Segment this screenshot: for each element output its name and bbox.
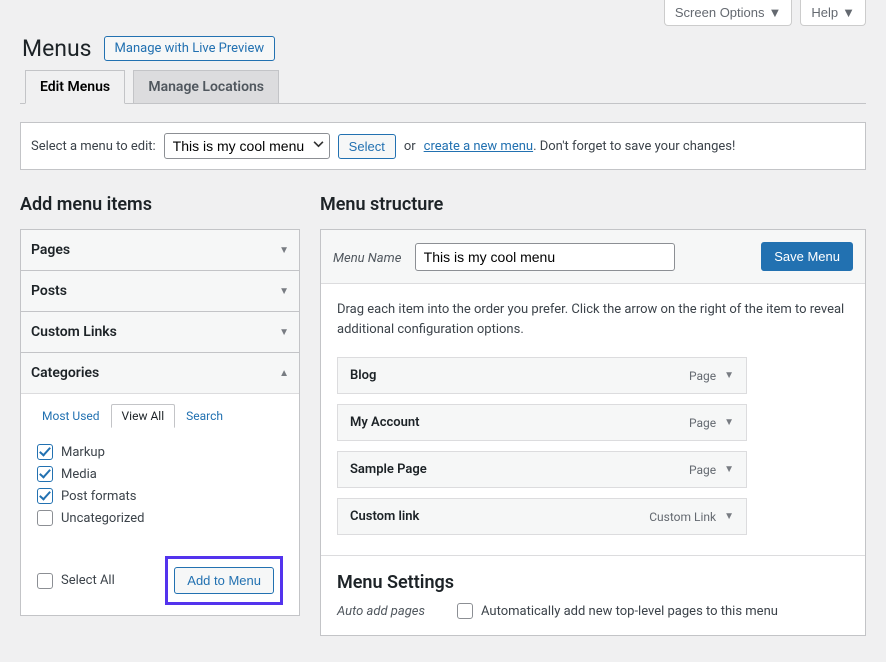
highlight-add-to-menu: Add to Menu: [165, 556, 283, 605]
add-to-menu-button[interactable]: Add to Menu: [174, 567, 274, 594]
menu-settings-heading: Menu Settings: [337, 572, 849, 593]
caret-down-icon: ▼: [842, 5, 855, 20]
tab-manage-locations[interactable]: Manage Locations: [133, 70, 279, 103]
nav-tabs: Edit Menus Manage Locations: [20, 70, 866, 104]
caret-down-icon: ▼: [279, 327, 289, 338]
help-button[interactable]: Help ▼: [800, 0, 866, 26]
tab-view-all[interactable]: View All: [111, 404, 176, 428]
category-checkbox[interactable]: [37, 466, 53, 482]
panel-categories: Categories ▲ Most Used View All Search M…: [20, 352, 300, 616]
menu-item[interactable]: Blog Page ▼: [337, 357, 747, 394]
menu-name-input[interactable]: [415, 243, 675, 271]
caret-down-icon: ▼: [279, 286, 289, 297]
panel-categories-header[interactable]: Categories ▲: [21, 353, 299, 393]
category-label: Markup: [61, 445, 105, 460]
menu-item-title: My Account: [350, 415, 420, 430]
menu-item[interactable]: Custom link Custom Link ▼: [337, 498, 747, 535]
category-label: Post formats: [61, 489, 137, 504]
create-new-menu-link[interactable]: create a new menu: [424, 139, 533, 154]
panel-categories-label: Categories: [31, 365, 99, 381]
tab-most-used[interactable]: Most Used: [31, 404, 111, 428]
screen-options-button[interactable]: Screen Options ▼: [664, 0, 792, 26]
or-text: or: [404, 139, 416, 154]
menu-structure-heading: Menu structure: [320, 194, 866, 215]
category-label: Media: [61, 467, 97, 482]
panel-pages[interactable]: Pages ▼: [20, 229, 300, 271]
category-item[interactable]: Post formats: [37, 488, 283, 504]
live-preview-button[interactable]: Manage with Live Preview: [104, 36, 276, 61]
drag-instructions: Drag each item into the order you prefer…: [337, 300, 849, 339]
caret-down-icon: ▼: [279, 245, 289, 256]
category-item[interactable]: Uncategorized: [37, 510, 283, 526]
auto-add-pages-option[interactable]: Automatically add new top-level pages to…: [457, 603, 778, 619]
category-item[interactable]: Markup: [37, 444, 283, 460]
menu-item[interactable]: My Account Page ▼: [337, 404, 747, 441]
save-menu-button[interactable]: Save Menu: [761, 242, 853, 271]
menu-item-title: Sample Page: [350, 462, 427, 477]
menu-items-list: Blog Page ▼ My Account Page ▼ Sample Page Page ▼…: [337, 357, 849, 535]
add-menu-items-heading: Add menu items: [20, 194, 300, 215]
caret-down-icon[interactable]: ▼: [724, 464, 734, 475]
panel-custom-links[interactable]: Custom Links ▼: [20, 311, 300, 353]
page-title: Menus: [22, 35, 92, 62]
select-button[interactable]: Select: [338, 134, 396, 159]
menu-item-type: Page: [689, 463, 716, 477]
menu-name-label: Menu Name: [333, 251, 401, 266]
category-checkbox[interactable]: [37, 444, 53, 460]
select-all-checkbox[interactable]: [37, 573, 53, 589]
select-menu-label: Select a menu to edit:: [31, 139, 156, 154]
caret-down-icon: ▼: [769, 5, 782, 20]
select-all-label[interactable]: Select All: [37, 573, 115, 589]
panel-custom-links-label: Custom Links: [31, 324, 117, 340]
panel-pages-label: Pages: [31, 242, 70, 258]
auto-add-pages-checkbox[interactable]: [457, 603, 473, 619]
caret-down-icon[interactable]: ▼: [724, 370, 734, 381]
menu-item-type: Page: [689, 416, 716, 430]
menu-select-dropdown[interactable]: This is my cool menu: [164, 133, 330, 159]
menu-item-type: Page: [689, 369, 716, 383]
screen-options-label: Screen Options: [675, 5, 765, 20]
category-checkbox[interactable]: [37, 510, 53, 526]
tab-search[interactable]: Search: [175, 404, 234, 428]
caret-up-icon: ▲: [279, 368, 289, 379]
category-label: Uncategorized: [61, 511, 144, 526]
menu-select-bar: Select a menu to edit: This is my cool m…: [20, 122, 866, 170]
help-label: Help: [811, 5, 838, 20]
menu-item-title: Custom link: [350, 509, 419, 524]
category-checkbox[interactable]: [37, 488, 53, 504]
panel-posts[interactable]: Posts ▼: [20, 270, 300, 312]
panel-posts-label: Posts: [31, 283, 67, 299]
caret-down-icon[interactable]: ▼: [724, 417, 734, 428]
tail-text: . Don't forget to save your changes!: [533, 139, 735, 154]
category-item[interactable]: Media: [37, 466, 283, 482]
category-checklist: Markup Media Post formats Uncategorized: [31, 440, 289, 538]
auto-add-pages-label: Auto add pages: [337, 604, 437, 619]
menu-item-type: Custom Link: [649, 510, 716, 524]
caret-down-icon[interactable]: ▼: [724, 511, 734, 522]
menu-item-title: Blog: [350, 368, 376, 383]
menu-item[interactable]: Sample Page Page ▼: [337, 451, 747, 488]
tab-edit-menus[interactable]: Edit Menus: [25, 70, 125, 104]
